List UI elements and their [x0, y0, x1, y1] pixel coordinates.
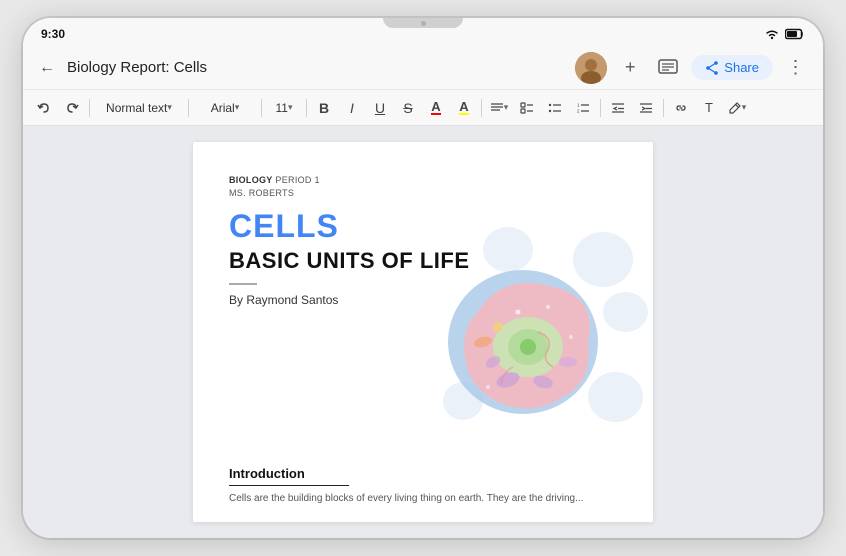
svg-text:2: 2 [577, 108, 580, 113]
document-area: BIOLOGY PERIOD 1 MS. ROBERTS CELLS BASIC… [23, 126, 823, 538]
fontsize-dropdown[interactable]: 11 ▾ [266, 95, 302, 121]
fontsize-label: 11 [276, 101, 288, 115]
highlight-icon: A [459, 100, 468, 115]
numbered-list-icon: 1 2 [576, 102, 590, 114]
align-button[interactable]: ▾ [486, 95, 512, 121]
align-icon [490, 102, 504, 114]
tablet-frame: 9:30 ← Biology Report: Cells [23, 18, 823, 538]
checklist-icon [520, 102, 534, 114]
share-button[interactable]: Share [691, 55, 773, 80]
intro-text: Cells are the building blocks of every l… [229, 492, 583, 506]
bold-button[interactable]: B [311, 95, 337, 121]
decrease-indent-icon [611, 102, 625, 114]
more-icon: ⋮ [787, 57, 806, 78]
italic-button[interactable]: I [339, 95, 365, 121]
undo-button[interactable] [31, 95, 57, 121]
meta-line-1: BIOLOGY PERIOD 1 [229, 174, 617, 187]
svg-text:1: 1 [577, 102, 580, 107]
increase-indent-icon [639, 102, 653, 114]
document-title: Biology Report: Cells [67, 59, 567, 76]
highlight-button[interactable]: A [451, 95, 477, 121]
battery-icon [785, 28, 805, 40]
app-bar-actions: + Share [575, 52, 811, 84]
toolbar: Normal text ▾ Arial ▾ 11 ▾ B I U S [23, 90, 823, 126]
font-color-button[interactable]: A [423, 95, 449, 121]
comment-button[interactable] [653, 53, 683, 83]
increase-indent-button[interactable] [633, 95, 659, 121]
comment-icon [658, 59, 678, 77]
font-dropdown[interactable]: Arial ▾ [193, 95, 257, 121]
document-page: BIOLOGY PERIOD 1 MS. ROBERTS CELLS BASIC… [193, 142, 653, 522]
notch-dot [421, 21, 426, 26]
font-chevron: ▾ [235, 102, 240, 113]
document-intro: Introduction Cells are the building bloc… [229, 466, 583, 507]
toolbar-sep-3 [261, 99, 262, 117]
redo-icon [65, 101, 79, 115]
style-label: Normal text [106, 101, 167, 115]
back-arrow-icon: ← [39, 59, 55, 77]
intro-heading: Introduction [229, 466, 583, 481]
paint-chevron: ▾ [742, 102, 747, 113]
style-dropdown[interactable]: Normal text ▾ [94, 95, 184, 121]
toolbar-sep-5 [481, 99, 482, 117]
format-button[interactable]: T [696, 95, 722, 121]
fontsize-chevron: ▾ [288, 102, 293, 113]
paint-icon [728, 101, 742, 115]
app-bar: ← Biology Report: Cells + [23, 46, 823, 90]
notch [383, 18, 463, 28]
paint-button[interactable]: ▾ [724, 95, 750, 121]
avatar[interactable] [575, 52, 607, 84]
toolbar-sep-1 [89, 99, 90, 117]
align-chevron: ▾ [504, 102, 509, 113]
link-button[interactable] [668, 95, 694, 121]
underline-icon: U [375, 100, 385, 116]
cell-svg [423, 232, 623, 432]
plus-icon: + [625, 57, 636, 78]
toolbar-sep-2 [188, 99, 189, 117]
cell-illustration [403, 222, 653, 442]
format-icon: T [705, 100, 713, 115]
meta-biology: BIOLOGY [229, 175, 273, 185]
toolbar-sep-6 [600, 99, 601, 117]
font-label: Arial [211, 101, 235, 115]
add-collaborator-button[interactable]: + [615, 53, 645, 83]
checklist-button[interactable] [514, 95, 540, 121]
italic-icon: I [350, 100, 354, 116]
document-divider [229, 283, 257, 285]
bullet-list-icon [548, 102, 562, 114]
status-time: 9:30 [41, 27, 65, 41]
share-icon [705, 61, 719, 75]
bold-icon: B [319, 100, 329, 116]
toolbar-sep-4 [306, 99, 307, 117]
bullet-list-button[interactable] [542, 95, 568, 121]
wifi-icon [764, 28, 780, 40]
decrease-indent-button[interactable] [605, 95, 631, 121]
redo-button[interactable] [59, 95, 85, 121]
link-icon [674, 102, 688, 114]
underline-button[interactable]: U [367, 95, 393, 121]
strikethrough-button[interactable]: S [395, 95, 421, 121]
intro-divider [229, 485, 349, 487]
undo-icon [37, 101, 51, 115]
share-label: Share [724, 60, 759, 75]
more-options-button[interactable]: ⋮ [781, 53, 811, 83]
avatar-image [575, 52, 607, 84]
meta-period: PERIOD 1 [273, 175, 320, 185]
strikethrough-icon: S [403, 100, 412, 116]
document-meta: BIOLOGY PERIOD 1 MS. ROBERTS [229, 174, 617, 199]
status-icons [764, 28, 805, 40]
meta-line-2: MS. ROBERTS [229, 187, 617, 200]
back-button[interactable]: ← [35, 55, 59, 81]
toolbar-sep-7 [663, 99, 664, 117]
font-color-icon: A [431, 100, 440, 115]
numbered-list-button[interactable]: 1 2 [570, 95, 596, 121]
style-chevron: ▾ [167, 102, 172, 113]
